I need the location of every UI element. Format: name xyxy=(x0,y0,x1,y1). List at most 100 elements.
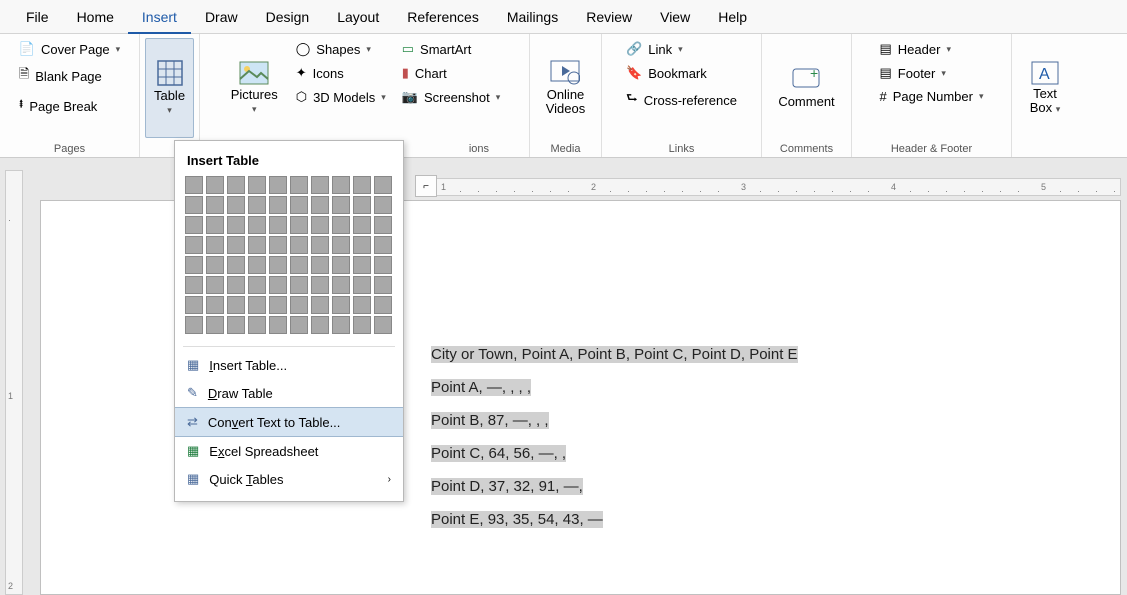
chart-button[interactable]: ▮Chart xyxy=(396,62,506,84)
tab-review[interactable]: Review xyxy=(572,0,646,34)
table-grid-cell[interactable] xyxy=(227,236,245,254)
tab-layout[interactable]: Layout xyxy=(323,0,393,34)
tab-home[interactable]: Home xyxy=(63,0,128,34)
tab-insert[interactable]: Insert xyxy=(128,0,191,34)
table-grid-cell[interactable] xyxy=(311,196,329,214)
tab-references[interactable]: References xyxy=(393,0,493,34)
table-grid-cell[interactable] xyxy=(185,236,203,254)
table-grid-cell[interactable] xyxy=(269,176,287,194)
dd-item-excel[interactable]: ▦Excel Spreadsheet xyxy=(175,437,403,465)
screenshot-button[interactable]: 📷Screenshot▾ xyxy=(396,86,506,108)
table-grid-cell[interactable] xyxy=(248,176,266,194)
table-grid-cell[interactable] xyxy=(269,276,287,294)
dd-item-table[interactable]: ▦Insert Table... xyxy=(175,351,403,379)
table-grid-cell[interactable] xyxy=(185,196,203,214)
table-grid-cell[interactable] xyxy=(290,196,308,214)
table-grid-cell[interactable] xyxy=(332,296,350,314)
table-size-grid[interactable] xyxy=(175,176,403,342)
table-grid-cell[interactable] xyxy=(374,316,392,334)
3d-models-button[interactable]: ⬡3D Models▾ xyxy=(290,86,392,108)
tab-help[interactable]: Help xyxy=(704,0,761,34)
table-grid-cell[interactable] xyxy=(227,296,245,314)
table-grid-cell[interactable] xyxy=(332,276,350,294)
table-grid-cell[interactable] xyxy=(311,296,329,314)
doc-line[interactable]: Point E, 93, 35, 54, 43, — xyxy=(431,511,1120,528)
table-grid-cell[interactable] xyxy=(248,216,266,234)
table-grid-cell[interactable] xyxy=(185,216,203,234)
doc-line[interactable]: City or Town, Point A, Point B, Point C,… xyxy=(431,346,1120,363)
tab-design[interactable]: Design xyxy=(252,0,324,34)
table-grid-cell[interactable] xyxy=(311,276,329,294)
page-break-button[interactable]: ⭻Page Break xyxy=(13,92,126,120)
footer-button[interactable]: ▤Footer▾ xyxy=(874,62,990,84)
table-grid-cell[interactable] xyxy=(374,236,392,254)
table-grid-cell[interactable] xyxy=(353,316,371,334)
table-grid-cell[interactable] xyxy=(227,316,245,334)
table-grid-cell[interactable] xyxy=(374,276,392,294)
table-grid-cell[interactable] xyxy=(269,296,287,314)
textbox-button[interactable]: A TextBox ▾ xyxy=(1022,38,1069,138)
table-grid-cell[interactable] xyxy=(332,216,350,234)
table-grid-cell[interactable] xyxy=(311,216,329,234)
table-grid-cell[interactable] xyxy=(248,196,266,214)
table-grid-cell[interactable] xyxy=(248,296,266,314)
table-grid-cell[interactable] xyxy=(311,256,329,274)
link-button[interactable]: 🔗Link▾ xyxy=(620,38,743,60)
doc-line[interactable]: Point D, 37, 32, 91, —, xyxy=(431,478,1120,495)
table-grid-cell[interactable] xyxy=(227,176,245,194)
table-grid-cell[interactable] xyxy=(353,236,371,254)
online-videos-button[interactable]: OnlineVideos xyxy=(538,38,594,138)
table-grid-cell[interactable] xyxy=(290,316,308,334)
table-grid-cell[interactable] xyxy=(206,176,224,194)
cover-page-button[interactable]: 📄Cover Page▾ xyxy=(13,38,126,60)
table-grid-cell[interactable] xyxy=(311,236,329,254)
table-grid-cell[interactable] xyxy=(290,276,308,294)
table-grid-cell[interactable] xyxy=(374,196,392,214)
table-grid-cell[interactable] xyxy=(269,216,287,234)
table-grid-cell[interactable] xyxy=(374,256,392,274)
table-grid-cell[interactable] xyxy=(353,196,371,214)
table-grid-cell[interactable] xyxy=(269,316,287,334)
table-grid-cell[interactable] xyxy=(290,176,308,194)
table-grid-cell[interactable] xyxy=(227,216,245,234)
pictures-button[interactable]: Pictures ▾ xyxy=(223,38,286,138)
table-grid-cell[interactable] xyxy=(269,196,287,214)
horizontal-ruler[interactable]: 1·······2·······3·······4·······5······· xyxy=(420,178,1121,196)
tab-mailings[interactable]: Mailings xyxy=(493,0,572,34)
table-grid-cell[interactable] xyxy=(332,236,350,254)
doc-line[interactable]: Point C, 64, 56, —, , xyxy=(431,445,1120,462)
table-grid-cell[interactable] xyxy=(206,196,224,214)
table-grid-cell[interactable] xyxy=(206,276,224,294)
table-grid-cell[interactable] xyxy=(185,276,203,294)
doc-line[interactable]: Point A, —, , , , xyxy=(431,379,1120,396)
table-grid-cell[interactable] xyxy=(185,176,203,194)
table-grid-cell[interactable] xyxy=(332,196,350,214)
table-grid-cell[interactable] xyxy=(353,276,371,294)
pagenum-button[interactable]: #Page Number▾ xyxy=(874,86,990,107)
tab-view[interactable]: View xyxy=(646,0,704,34)
table-grid-cell[interactable] xyxy=(332,316,350,334)
xref-button[interactable]: ⮑Cross-reference xyxy=(620,86,743,114)
dd-item-pencil[interactable]: ✎Draw Table xyxy=(175,379,403,407)
table-grid-cell[interactable] xyxy=(206,236,224,254)
blank-page-button[interactable]: 🗎Blank Page xyxy=(13,62,126,90)
table-grid-cell[interactable] xyxy=(227,276,245,294)
table-grid-cell[interactable] xyxy=(269,236,287,254)
table-grid-cell[interactable] xyxy=(185,256,203,274)
table-grid-cell[interactable] xyxy=(353,256,371,274)
header-button[interactable]: ▤Header▾ xyxy=(874,38,990,60)
table-grid-cell[interactable] xyxy=(248,256,266,274)
table-grid-cell[interactable] xyxy=(248,236,266,254)
table-grid-cell[interactable] xyxy=(353,296,371,314)
table-button[interactable]: Table ▾ xyxy=(145,38,194,138)
shapes-button[interactable]: ◯Shapes▾ xyxy=(290,38,392,60)
table-grid-cell[interactable] xyxy=(206,316,224,334)
table-grid-cell[interactable] xyxy=(311,176,329,194)
table-grid-cell[interactable] xyxy=(311,316,329,334)
table-grid-cell[interactable] xyxy=(269,256,287,274)
table-grid-cell[interactable] xyxy=(206,256,224,274)
table-grid-cell[interactable] xyxy=(332,256,350,274)
table-grid-cell[interactable] xyxy=(290,236,308,254)
table-grid-cell[interactable] xyxy=(374,296,392,314)
tab-selector[interactable]: ⌐ xyxy=(415,175,437,197)
